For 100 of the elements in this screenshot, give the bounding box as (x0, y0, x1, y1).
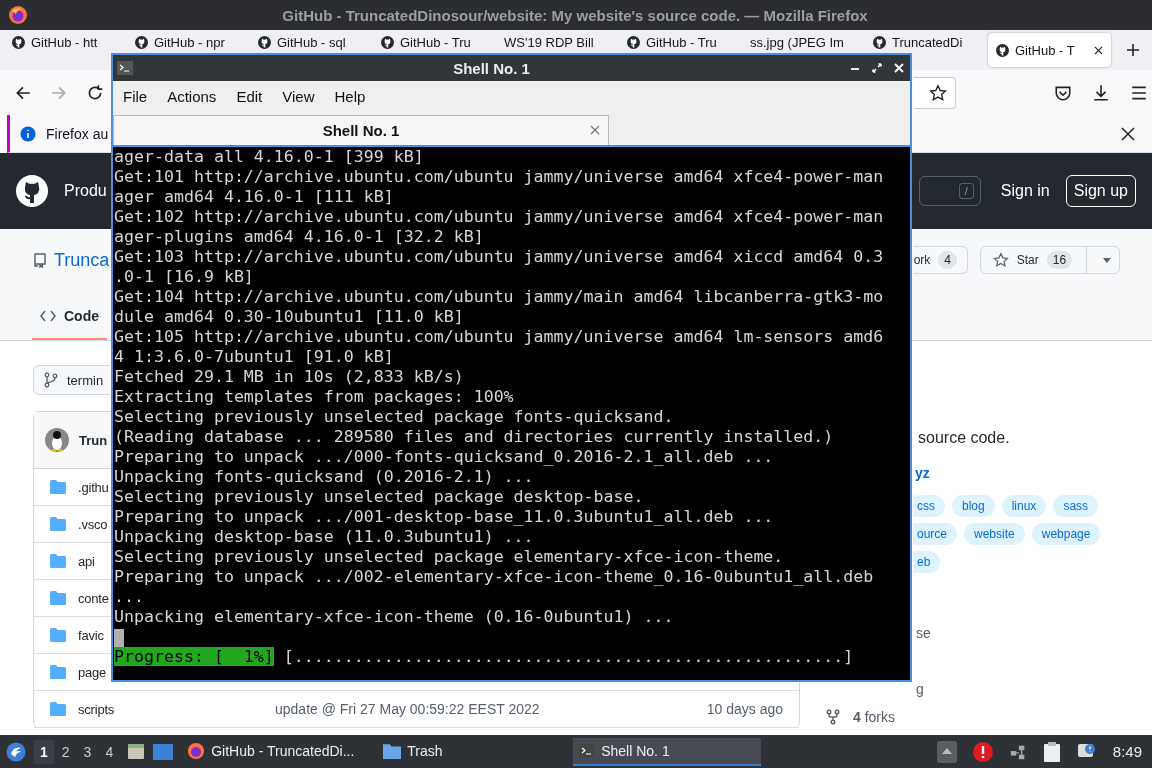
clipboard-icon[interactable] (1042, 740, 1061, 763)
forks-count[interactable]: 4 forks (853, 709, 896, 725)
window-title: GitHub - TruncatedDinosour/website: My website's source code. — Mozilla Firefox (281, 6, 869, 24)
workspace-button[interactable]: 4 (99, 739, 120, 764)
url-field[interactable] (914, 76, 956, 109)
terminal-line: Get:101 http://archive.ubuntu.com/ubuntu jammy/universe amd64 xfce4-power-man (114, 167, 885, 187)
topic-tag[interactable]: blog (952, 495, 995, 517)
reload-icon[interactable] (86, 83, 104, 102)
github-logo-icon (627, 36, 640, 49)
workspace-button[interactable]: 3 (77, 739, 98, 764)
commit-message[interactable]: update @ Fri 27 May 00:59:22 EEST 2022 (275, 701, 540, 717)
terminal-line: (Reading database ... 289580 files and directories currently installed.) (114, 427, 835, 447)
topic-tag[interactable]: webpage (1031, 523, 1101, 545)
file-name[interactable]: conte (78, 590, 109, 606)
caret-icon[interactable] (1103, 257, 1111, 263)
github-logo-icon (258, 36, 271, 49)
menu-item[interactable]: Actions (157, 88, 227, 105)
fork-button[interactable]: ork 4 (914, 246, 968, 274)
menu-item[interactable]: View (272, 88, 325, 105)
browser-tab[interactable]: GitHub - Tru (373, 32, 496, 53)
terminal-line: Get:103 http://archive.ubuntu.com/ubuntu jammy/universe amd64 xiccd amd64 0.3 (114, 247, 885, 267)
sign-up-button[interactable]: Sign up (1065, 175, 1136, 207)
topic-tag[interactable]: css (913, 495, 945, 517)
clock: 8:49 (1112, 743, 1142, 760)
browser-tab[interactable]: GitHub - sql (250, 32, 373, 53)
terminal-line: .0-1 [16.9 kB] (114, 267, 255, 287)
repository-name[interactable]: Trunca (54, 249, 110, 271)
terminal-line: ager amd64 4.16.0-1 [111 kB] (114, 187, 395, 207)
github-logo-icon (381, 36, 394, 49)
file-name[interactable]: scripts (78, 701, 115, 717)
about-text: se (916, 625, 932, 641)
cursor (114, 628, 124, 647)
workspace-button[interactable]: 2 (55, 739, 76, 764)
download-icon[interactable] (1092, 83, 1110, 102)
commit-author[interactable]: Trun (79, 432, 108, 448)
browser-tab[interactable]: GitHub - npr (127, 32, 250, 53)
folder-icon (50, 628, 66, 642)
taskbar-task[interactable]: Shell No. 1 (573, 737, 762, 766)
topic-tag[interactable]: linux (1001, 495, 1047, 517)
website-link[interactable]: yz (915, 465, 1152, 481)
repository-icon (32, 252, 48, 268)
app-menu-icon[interactable] (6, 741, 26, 762)
browser-tab[interactable]: GitHub - T (988, 33, 1111, 67)
topic-tag[interactable]: website (964, 523, 1025, 545)
close-icon[interactable] (1094, 45, 1103, 55)
terminal-tab[interactable]: Shell No. 1 (113, 115, 609, 145)
star-icon[interactable] (929, 83, 947, 102)
terminal-line: ager-plugins amd64 4.16.0-1 [32.2 kB] (114, 227, 485, 247)
terminal-line: Unpacking elementary-xfce-icon-theme (0.16-0ubuntu1) ... (114, 607, 675, 627)
browser-tab[interactable]: WS'19 RDP Bill (496, 32, 619, 53)
github-logo-icon (135, 36, 148, 49)
new-tab-icon[interactable] (1125, 42, 1141, 58)
branch-button[interactable]: termin (33, 365, 110, 395)
github-logo-icon[interactable] (16, 175, 48, 207)
topic-tag[interactable]: sass (1053, 495, 1099, 517)
close-icon[interactable] (1120, 125, 1136, 142)
terminal-line: Preparing to unpack .../001-desktop-base_11.0.3ubuntu1_all.deb ... (114, 507, 775, 527)
taskbar-task[interactable]: Trash (377, 737, 566, 766)
workspace-button[interactable]: 1 (34, 739, 54, 764)
taskbar-task[interactable]: GitHub - TruncatedDi... (181, 737, 370, 766)
alert-icon[interactable] (972, 741, 993, 762)
folder-icon (50, 702, 66, 716)
terminal-line: Get:105 http://archive.ubuntu.com/ubuntu jammy/universe amd64 lm-sensors amd6 (114, 327, 885, 347)
menu-item[interactable]: Help (324, 88, 376, 105)
topic-tag[interactable]: eb (913, 551, 941, 573)
terminal-line: Preparing to unpack .../000-fonts-quicksand_0.2016-2.1_all.deb ... (114, 447, 775, 467)
file-name[interactable]: page (78, 664, 107, 680)
desktop-icon[interactable] (153, 742, 174, 761)
browser-tab[interactable]: GitHub - htt (4, 32, 127, 53)
file-name[interactable]: favic (78, 627, 104, 643)
shortcut-key: / (958, 183, 974, 199)
search-field[interactable]: / (918, 176, 981, 206)
terminal-line: ... (114, 587, 145, 607)
menu-item[interactable]: File (113, 88, 158, 105)
topic-tag[interactable]: ource (913, 523, 958, 545)
browser-tab[interactable]: TruncatedDi (865, 32, 988, 53)
terminal-line: Fetched 29.1 MB in 10s (2,833 kB/s) (114, 367, 465, 387)
fork-icon (825, 709, 841, 725)
terminal-icon (117, 61, 133, 75)
browser-tab[interactable]: GitHub - Tru (619, 32, 742, 53)
terminal-line: dule amd64 0.30-10ubuntu1 [11.0 kB] (114, 307, 465, 327)
commit-age: 10 days ago (706, 701, 783, 717)
terminal-line: Selecting previously unselected package elementary-xfce-icon-theme. (114, 547, 785, 567)
file-name[interactable]: .vsco (78, 516, 108, 532)
file-manager-icon[interactable] (127, 742, 146, 761)
window-title: Shell No. 1 (452, 59, 531, 77)
github-logo-icon (12, 36, 25, 49)
terminal-line: Selecting previously unselected package desktop-base. (114, 487, 645, 507)
file-name[interactable]: api (78, 553, 95, 569)
code-tab[interactable]: Code (32, 308, 107, 340)
sign-in-link[interactable]: Sign in (1000, 182, 1050, 200)
notification-text: Firefox au (46, 125, 109, 142)
terminal-line: Unpacking fonts-quicksand (0.2016-2.1) ... (114, 467, 535, 487)
nav-link[interactable]: Produ (64, 182, 107, 200)
maximize-icon[interactable] (872, 63, 882, 73)
menu-item[interactable]: Edit (226, 88, 273, 105)
browser-tab[interactable]: ss.jpg (JPEG Im (742, 32, 865, 53)
star-button[interactable]: Star 16 (980, 246, 1120, 274)
info-icon (20, 125, 36, 142)
file-name[interactable]: .githu (78, 479, 109, 495)
